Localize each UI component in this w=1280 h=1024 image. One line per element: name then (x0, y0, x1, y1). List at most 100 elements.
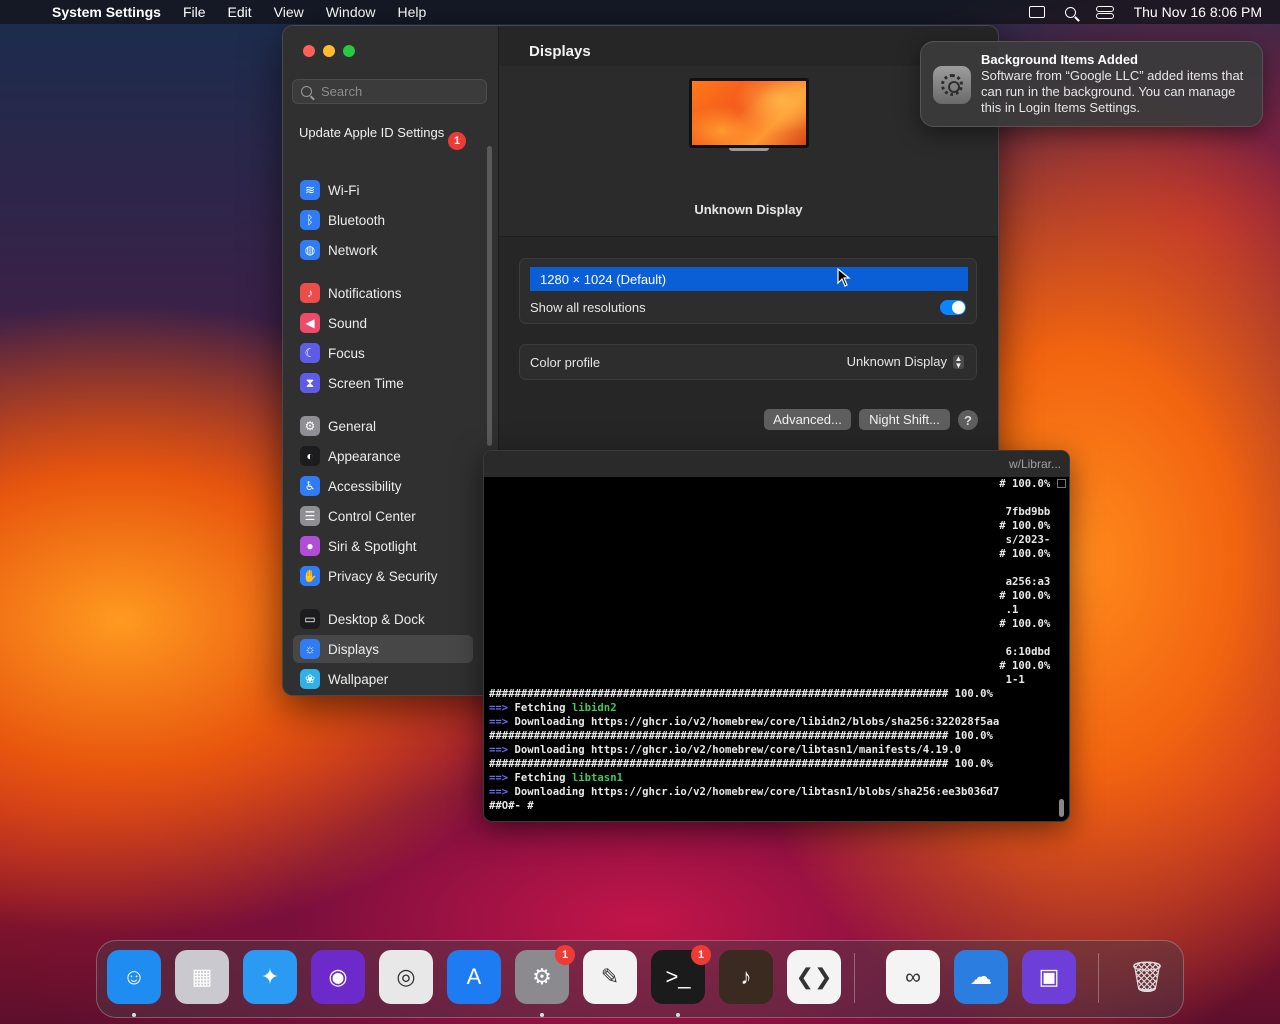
sidebar-item-label: Displays (328, 641, 380, 657)
sidebar-item-label: Screen Time (328, 375, 404, 391)
terminal-output[interactable]: # 100.0% 7fbd9bb # 100.0% s/2023- # 100.… (489, 477, 1059, 813)
menu-view[interactable]: View (274, 4, 304, 20)
gear-icon: ⚙ (300, 416, 320, 436)
visual-studio-icon[interactable]: ∞ (886, 950, 940, 1004)
apple-id-badge: 1 (448, 132, 466, 150)
running-indicator (540, 1013, 544, 1017)
zoom-window-button[interactable] (343, 45, 355, 57)
notification-body: Software from “Google LLC” added items t… (981, 68, 1244, 115)
spotlight-search-icon[interactable] (1064, 6, 1076, 18)
textedit-icon[interactable]: ✎ (583, 950, 637, 1004)
hourglass-icon: ⧗ (300, 373, 320, 393)
sidebar-item-label: Siri & Spotlight (328, 538, 417, 554)
terminal-line: ########################################… (489, 758, 993, 770)
sidebar-item-desktop-dock[interactable]: ▭ Desktop & Dock (293, 605, 473, 633)
garageband-icon[interactable]: ♪ (719, 950, 773, 1004)
control-center-icon[interactable] (1095, 6, 1114, 19)
dock: ☺ ▦ ✦ ◉ ◎ A ⚙ 1 ✎ >_ 1 ♪ ❮❯ ∞ ☁ ▣ 🗑 (96, 940, 1184, 1018)
sidebar-item-sound[interactable]: ◀ Sound (293, 309, 473, 337)
sidebar-item-bluetooth[interactable]: ᛒ Bluetooth (293, 206, 473, 234)
display-name-label: Unknown Display (694, 202, 803, 217)
siri-icon: ● (300, 536, 320, 556)
sidebar-item-label: Desktop & Dock (328, 611, 425, 627)
search-icon (301, 86, 312, 97)
color-profile-label: Color profile (530, 355, 601, 370)
sidebar-item-notifications[interactable]: ♪ Notifications (293, 279, 473, 307)
sidebar-item-focus[interactable]: ☾ Focus (293, 339, 473, 367)
sidebar-item-wi-fi[interactable]: ≋ Wi-Fi (293, 176, 473, 204)
resolution-label: 1280 × 1024 (Default) (540, 271, 667, 287)
apple-id-update-item[interactable]: Update Apple ID Settings (299, 125, 449, 141)
sidebar-item-label: Bluetooth (328, 212, 386, 228)
vscode-icon[interactable]: ❮❯ (787, 950, 841, 1004)
firefox-icon[interactable]: ◉ (311, 950, 365, 1004)
sidebar-item-accessibility[interactable]: ♿ Accessibility (293, 472, 473, 500)
sidebar-item-control-center[interactable]: ☰ Control Center (293, 502, 473, 530)
menu-file[interactable]: File (183, 4, 206, 20)
sidebar-item-appearance[interactable]: ◐ Appearance (293, 442, 473, 470)
menu-window[interactable]: Window (326, 4, 376, 20)
launchpad-icon[interactable]: ▦ (175, 950, 229, 1004)
sidebar-item-network[interactable]: ◍ Network (293, 236, 473, 264)
sun-icon: ☼ (300, 639, 320, 659)
settings-sidebar: Search Update Apple ID Settings 1 ≋ Wi-Fi… (283, 26, 499, 695)
sidebar-item-label: Focus (328, 345, 365, 361)
chrome-icon[interactable]: ◎ (379, 950, 433, 1004)
sidebar-item-label: Notifications (328, 285, 402, 301)
sidebar-search-input[interactable]: Search (292, 79, 487, 104)
terminal-window[interactable]: w/Librar... # 100.0% 7fbd9bb # 100.0% s/… (483, 450, 1070, 822)
moon-icon: ☾ (300, 343, 320, 363)
bluetooth-icon: ᛒ (300, 210, 320, 230)
running-indicator (132, 1013, 136, 1017)
sidebar-item-displays[interactable]: ☼ Displays (293, 635, 473, 663)
terminal-line: ########################################… (489, 730, 993, 742)
safari-icon[interactable]: ✦ (243, 950, 297, 1004)
globe-icon: ◍ (300, 240, 320, 260)
wifi-icon: ≋ (300, 180, 320, 200)
window-controls (303, 45, 355, 57)
close-window-button[interactable] (303, 45, 315, 57)
sidebar-item-label: Sound (328, 315, 368, 331)
terminal-line: # 100.0% (489, 618, 1051, 630)
resolution-option-selected[interactable]: 1280 × 1024 (Default) (530, 267, 968, 291)
app-store-icon[interactable]: A (447, 950, 501, 1004)
terminal-scrollbar[interactable] (1057, 479, 1066, 819)
sidebar-item-siri-spotlight[interactable]: ● Siri & Spotlight (293, 532, 473, 560)
terminal-line: # 100.0% (489, 660, 1051, 672)
speaker-icon: ◀ (300, 313, 320, 333)
sidebar-item-screen-time[interactable]: ⧗ Screen Time (293, 369, 473, 397)
color-profile-popup[interactable]: Unknown Display ▲ ▼ (847, 354, 964, 369)
trash-icon[interactable]: 🗑 (1120, 950, 1174, 1004)
display-thumbnail[interactable] (689, 78, 809, 148)
minimize-window-button[interactable] (323, 45, 335, 57)
installer-icon[interactable]: ▣ (1022, 950, 1076, 1004)
menu-edit[interactable]: Edit (228, 4, 252, 20)
finder-icon[interactable]: ☺ (107, 950, 161, 1004)
sidebar-item-label: Privacy & Security (328, 568, 438, 584)
sidebar-item-general[interactable]: ⚙ General (293, 412, 473, 440)
screen-mirroring-icon[interactable] (1028, 6, 1045, 18)
notification-banner[interactable]: Background Items Added Software from “Go… (920, 41, 1263, 127)
menu-bar: System Settings File Edit View Window He… (0, 0, 1280, 24)
advanced-button[interactable]: Advanced... (764, 409, 851, 430)
color-profile-group: Color profile Unknown Display ▲ ▼ (519, 344, 977, 380)
night-shift-button[interactable]: Night Shift... (859, 409, 950, 430)
resolution-group: 1280 × 1024 (Default) Show all resolutio… (519, 258, 977, 324)
sidebar-scrollbar[interactable] (487, 146, 492, 446)
sidebar-item-wallpaper[interactable]: ❀ Wallpaper (293, 665, 473, 693)
sidebar-item-privacy-security[interactable]: ✋ Privacy & Security (293, 562, 473, 590)
settings-gear-icon (933, 66, 971, 104)
help-button[interactable]: ? (958, 410, 978, 430)
menu-help[interactable]: Help (398, 4, 427, 20)
wallpaper-icon: ❀ (300, 669, 320, 689)
menu-clock[interactable]: Thu Nov 16 8:06 PM (1134, 4, 1262, 20)
terminal-title-bar[interactable]: w/Librar... (484, 451, 1069, 477)
terminal-line: # 100.0% (489, 548, 1051, 560)
menu-app-name[interactable]: System Settings (52, 4, 161, 20)
weather-icon[interactable]: ☁ (954, 950, 1008, 1004)
terminal-line: 6:10dbd (489, 646, 1051, 658)
show-all-resolutions-toggle[interactable] (940, 300, 966, 315)
updown-chevron-icon: ▲ ▼ (953, 353, 964, 370)
